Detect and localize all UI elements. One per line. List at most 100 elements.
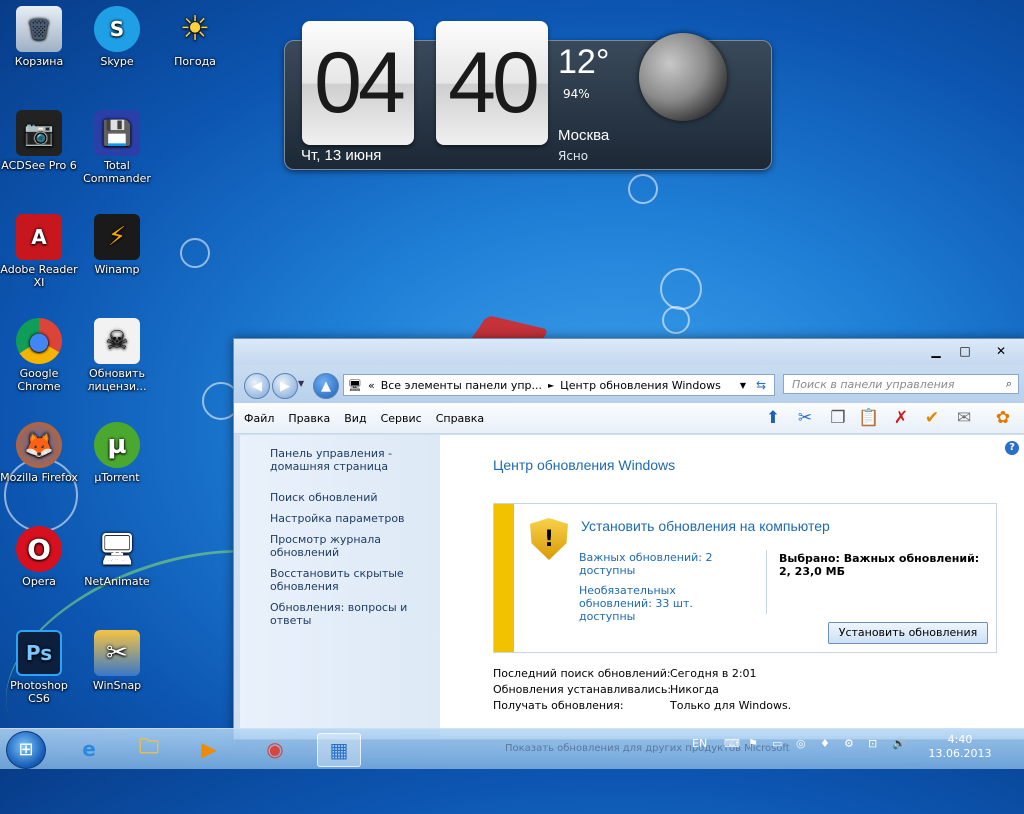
arrow-left-icon: ◀ [252, 378, 262, 394]
install-updates-button[interactable]: Установить обновления [828, 622, 988, 644]
toolbar-paste-icon[interactable]: 📋 [857, 407, 881, 429]
address-segment-control-panel[interactable]: Все элементы панели упр... [381, 379, 542, 392]
desktop-icon-label: Adobe Reader XI [0, 263, 78, 289]
network-computer-icon: 🖥 [97, 531, 137, 567]
desktop-icon-skype[interactable]: S Skype [78, 6, 156, 68]
recent-pages-dropdown[interactable]: ▼ [298, 379, 304, 388]
background-bubble [628, 174, 658, 204]
menu-edit[interactable]: Правка [288, 412, 330, 425]
tray-security-icon[interactable]: ♦ [820, 737, 830, 750]
link-control-panel-home[interactable]: Панель управления - домашняя страница [270, 447, 430, 473]
toolbar-check-icon[interactable]: ✔ [920, 407, 944, 429]
install-updates-title: Установить обновления на компьютер [581, 518, 830, 534]
optional-updates-link[interactable]: Необязательных обновлений: 33 шт. доступ… [579, 584, 749, 623]
address-segment-windows-update[interactable]: Центр обновления Windows [560, 379, 721, 392]
important-updates-link[interactable]: Важных обновлений: 2 доступны [579, 551, 729, 577]
start-button[interactable]: ⊞ [6, 731, 46, 769]
toolbar-delete-icon[interactable]: ✗ [889, 407, 913, 429]
search-input[interactable]: Поиск в панели управления ⌕ [783, 374, 1019, 394]
desktop-icon-adobe-reader[interactable]: A Adobe Reader XI [0, 214, 78, 289]
back-button[interactable]: ◀ [244, 373, 270, 399]
link-restore-hidden-updates[interactable]: Восстановить скрытые обновления [270, 567, 430, 593]
search-icon[interactable]: ⌕ [1006, 377, 1012, 391]
link-change-settings[interactable]: Настройка параметров [270, 512, 430, 525]
camera-icon: 📷 [16, 110, 62, 156]
chevron-down-icon: ▼ [298, 379, 305, 388]
desktop-icon-winsnap[interactable]: ✂ WinSnap [78, 630, 156, 692]
taskbar-explorer-button[interactable]: 🗀 [128, 733, 170, 765]
toolbar-copy-icon[interactable]: ❐ [826, 407, 850, 429]
close-button[interactable]: ✕ [989, 343, 1013, 359]
taskbar-clock[interactable]: 4:40 13.06.2013 [925, 733, 995, 761]
help-icon[interactable]: ? [1005, 441, 1019, 455]
clock-weather-gadget[interactable]: 04 40 Чт, 13 июня 12° 94% Москва Ясно [284, 21, 772, 170]
link-updates-faq[interactable]: Обновления: вопросы и ответы [270, 601, 430, 627]
photoshop-icon: Ps [16, 630, 62, 676]
selected-updates-summary: Выбрано: Важных обновлений: 2, 23,0 МБ [779, 552, 980, 578]
desktop-icon-opera[interactable]: O Opera [0, 526, 78, 588]
tray-gear-icon[interactable]: ⚙ [844, 737, 854, 750]
recycle-bin-icon: 🗑 [16, 6, 62, 52]
winsnap-icon: ✂ [94, 630, 140, 676]
background-bubble [662, 306, 690, 334]
desktop-icon-photoshop[interactable]: Ps Photoshop CS6 [0, 630, 78, 705]
desktop-icon-label: Skype [100, 55, 134, 68]
floppy-icon: 💾 [94, 110, 140, 156]
menu-tools[interactable]: Сервис [381, 412, 422, 425]
desktop-icon-firefox[interactable]: 🦊 Mozilla Firefox [0, 422, 78, 484]
taskbar: ⊞ e 🗀 ▶ ◉ ▦ Показать обновления для друг… [0, 728, 1024, 769]
taskbar-control-panel-button[interactable]: ▦ [317, 733, 361, 767]
desktop-icon-label: Погода [174, 55, 216, 68]
warning-shield-icon: ! [530, 518, 568, 560]
link-view-update-history[interactable]: Просмотр журнала обновлений [270, 533, 430, 559]
taskbar-chrome-button[interactable]: ◉ [254, 733, 296, 765]
gadget-city: Москва [558, 127, 610, 144]
up-button[interactable]: ▲ [313, 373, 339, 399]
desktop-icon-netanimate[interactable]: 🖥 NetAnimate [78, 526, 156, 588]
desktop-icon-utorrent[interactable]: µ µTorrent [78, 422, 156, 484]
taskbar-ie-button[interactable]: e [68, 733, 110, 765]
status-color-bar [494, 504, 514, 652]
menu-view[interactable]: Вид [344, 412, 366, 425]
desktop-icon-winamp[interactable]: ⚡ Winamp [78, 214, 156, 276]
opera-icon: O [16, 526, 62, 572]
desktop-icon-total-commander[interactable]: 💾 Total Commander [78, 110, 156, 185]
tray-connection-icon[interactable]: ⊡ [868, 737, 877, 750]
toolbar-mail-icon[interactable]: ✉ [952, 407, 976, 429]
taskbar-media-player-button[interactable]: ▶ [188, 733, 230, 765]
adobe-reader-icon: A [16, 214, 62, 260]
toolbar-up-icon[interactable]: ⬆ [761, 407, 785, 429]
desktop-icon-label: Обновить лицензи... [87, 367, 147, 393]
desktop-icon-label: WinSnap [92, 679, 142, 692]
window-titlebar[interactable]: ▁ □ ✕ [234, 339, 1024, 365]
link-check-for-updates[interactable]: Поиск обновлений [270, 491, 430, 504]
menu-help[interactable]: Справка [436, 412, 484, 425]
address-dropdown-icon[interactable]: ▼ [740, 381, 746, 390]
menu-file[interactable]: Файл [244, 412, 274, 425]
maximize-button[interactable]: □ [953, 343, 977, 359]
desktop-icon-chrome[interactable]: ● Google Chrome [0, 318, 78, 393]
forward-button[interactable]: ▶ [272, 373, 298, 399]
desktop-icon-weather[interactable]: ☀ Погода [156, 6, 234, 69]
tray-network-icon[interactable]: ◎ [796, 737, 806, 750]
page-title: Центр обновления Windows [493, 457, 676, 473]
tray-flag-icon[interactable]: ⚑ [748, 737, 758, 750]
desktop-icon-license-update[interactable]: ☠ Обновить лицензи... [78, 318, 156, 393]
desktop-icon-acdsee[interactable]: 📷 ACDSee Pro 6 [0, 110, 78, 172]
toolbar-windows-icon[interactable]: ✿ [991, 407, 1015, 429]
menu-bar: Файл Правка Вид Сервис Справка ⬆ ✂ ❐ 📋 ✗… [234, 403, 1024, 434]
desktop-icon-recycle-bin[interactable]: 🗑 Корзина [0, 6, 78, 68]
desktop-icon-label: Mozilla Firefox [0, 471, 78, 484]
navigation-bar: ◀ ▶ ▼ ▲ 🖥 « Все элементы панели упр... ►… [234, 365, 1024, 403]
windows-logo-icon: ⊞ [18, 739, 34, 760]
toolbar-cut-icon[interactable]: ✂ [793, 407, 817, 429]
receive-updates-label: Получать обновления: [493, 699, 624, 712]
language-indicator[interactable]: EN [692, 737, 707, 750]
address-bar[interactable]: 🖥 « Все элементы панели упр... ► Центр о… [343, 374, 775, 396]
tray-volume-icon[interactable]: 🔊 [892, 737, 906, 750]
minimize-button[interactable]: ▁ [924, 343, 948, 359]
tray-monitor-icon[interactable]: ▭ [772, 737, 782, 750]
main-content-pane: ? Центр обновления Windows ! Установить … [440, 435, 1024, 739]
tray-keyboard-icon[interactable]: ⌨ [724, 737, 740, 750]
refresh-icon[interactable]: ⇆ [756, 378, 766, 392]
